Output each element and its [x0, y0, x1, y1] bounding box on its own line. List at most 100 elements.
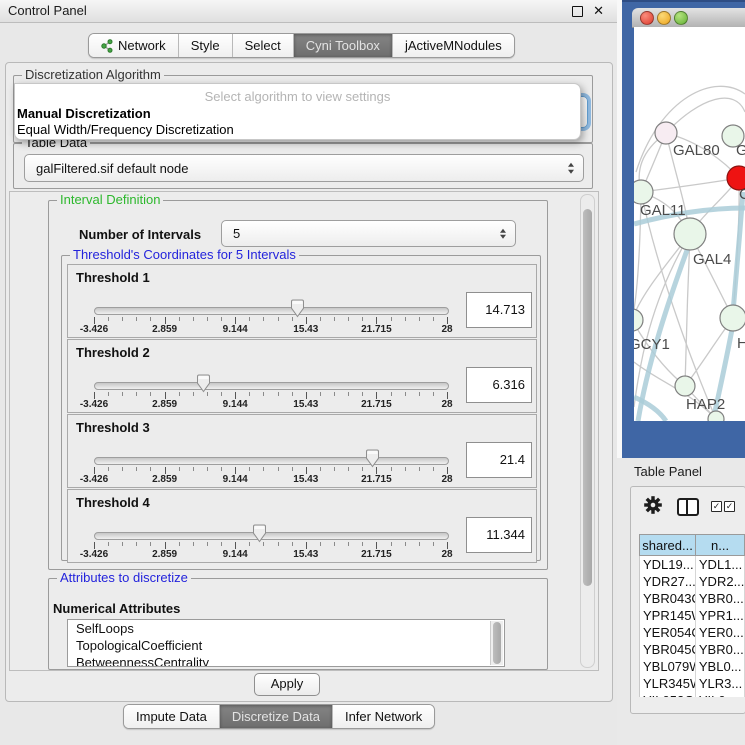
table-row[interactable]: YER054CYER0...	[639, 624, 745, 641]
tab-discretize-data[interactable]: Discretize Data	[220, 705, 333, 728]
slider-tick	[179, 392, 180, 396]
slider-tick-label: 2.859	[152, 324, 177, 335]
table-cell: YBR0...	[696, 590, 745, 607]
table-row[interactable]: YDR27...YDR2...	[639, 573, 745, 590]
dropdown-option-equal-width-frequency[interactable]: Equal Width/Frequency Discretization	[17, 122, 234, 137]
table-row[interactable]: YLR345WYLR3...	[639, 675, 745, 692]
slider-tick-label: -3.426	[80, 549, 108, 560]
slider-tick	[292, 467, 293, 471]
apply-button[interactable]: Apply	[254, 673, 320, 696]
tab-label: Select	[245, 38, 281, 53]
slider-tick-label: 15.43	[293, 474, 318, 485]
slider-tick	[165, 467, 166, 474]
attributes-group: Attributes to discretize Numerical Attri…	[48, 578, 548, 670]
checkbox-icon[interactable]: ✓	[711, 501, 722, 512]
slider-tick	[207, 542, 208, 546]
slider-track[interactable]	[94, 532, 449, 540]
table-row[interactable]: YBR043CYBR0...	[639, 590, 745, 607]
slider-tick	[376, 542, 377, 549]
list-item[interactable]: TopologicalCoefficient	[68, 637, 504, 654]
table-cell: YER0...	[696, 624, 745, 641]
slider-tick	[278, 392, 279, 396]
slider-thumb[interactable]	[252, 524, 267, 543]
slider-tick	[136, 467, 137, 471]
split-table-icon[interactable]	[677, 498, 699, 516]
slider-track[interactable]	[94, 457, 449, 465]
table-row[interactable]: YBL079WYBL0...	[639, 658, 745, 675]
float-window-icon[interactable]	[572, 6, 583, 17]
network-node[interactable]	[674, 218, 706, 250]
close-icon[interactable]: ✕	[593, 3, 604, 19]
settings-scrollbar[interactable]	[580, 194, 595, 668]
tab-impute-data[interactable]: Impute Data	[124, 705, 220, 728]
checkbox-icon[interactable]: ✓	[724, 501, 735, 512]
list-scrollbar[interactable]	[490, 621, 503, 665]
gear-icon[interactable]	[644, 496, 662, 519]
network-node[interactable]	[720, 305, 745, 331]
table-row[interactable]: YIL052CYIL0...	[639, 692, 745, 697]
network-node[interactable]	[634, 309, 643, 331]
slider-thumb[interactable]	[196, 374, 211, 393]
tab-network[interactable]: Network	[89, 34, 179, 57]
threshold-value-field[interactable]: 11.344	[466, 517, 532, 553]
zoom-traffic-light-icon[interactable]	[674, 11, 688, 25]
tab-select[interactable]: Select	[233, 34, 294, 57]
dropdown-option-manual-discretization[interactable]: Manual Discretization	[17, 106, 151, 121]
slider-thumb[interactable]	[290, 299, 305, 318]
tab-cyni-toolbox[interactable]: Cyni Toolbox	[294, 34, 393, 57]
threshold-value-field[interactable]: 14.713	[466, 292, 532, 328]
slider-tick	[108, 317, 109, 321]
threshold-value-field[interactable]: 6.316	[466, 367, 532, 403]
table-row[interactable]: YPR145WYPR1...	[639, 607, 745, 624]
slider-tick	[306, 542, 307, 549]
network-window-titlebar[interactable]	[632, 8, 745, 28]
tab-label: Network	[118, 38, 166, 53]
slider-tick-label: 28	[441, 549, 452, 560]
threshold-panel: Threshold 4-3.4262.8599.14415.4321.71528…	[67, 489, 537, 563]
numerical-attributes-list[interactable]: SelfLoopsTopologicalCoefficientBetweenne…	[67, 619, 505, 667]
group-title: Attributes to discretize	[57, 571, 191, 585]
slider-tick	[320, 467, 321, 471]
network-node[interactable]	[655, 122, 677, 144]
tab-style[interactable]: Style	[179, 34, 233, 57]
table-data-combobox[interactable]: galFiltered.sif default node	[24, 154, 584, 182]
slider-tick	[433, 317, 434, 321]
slider-tick	[348, 392, 349, 396]
tab-infer-network[interactable]: Infer Network	[333, 705, 434, 728]
table-row[interactable]: YBR045CYBR0...	[639, 641, 745, 658]
network-node[interactable]	[675, 376, 695, 396]
slider-tick	[94, 317, 95, 324]
slider-track[interactable]	[94, 382, 449, 390]
slider-tick	[263, 317, 264, 321]
slider-tick	[179, 542, 180, 546]
close-traffic-light-icon[interactable]	[640, 11, 654, 25]
table-panel-body: ✓ ✓ shared...n... YDL19...YDL1...YDR27..…	[630, 486, 745, 714]
scrollbar-thumb[interactable]	[583, 209, 592, 586]
minimize-traffic-light-icon[interactable]	[657, 11, 671, 25]
list-item[interactable]: SelfLoops	[68, 620, 504, 637]
table-row[interactable]: YDL19...YDL1...	[639, 556, 745, 573]
list-item[interactable]: BetweennessCentrality	[68, 654, 504, 667]
threshold-label: Threshold 2	[76, 345, 150, 360]
number-of-intervals-spinner[interactable]: 5	[221, 220, 516, 247]
slider-thumb[interactable]	[365, 449, 380, 468]
slider-tick	[405, 542, 406, 546]
slider-tick	[447, 467, 448, 474]
column-header[interactable]: n...	[696, 535, 745, 556]
slider-track[interactable]	[94, 307, 449, 315]
slider-tick	[193, 317, 194, 321]
tab-jactivemnodules[interactable]: jActiveMNodules	[393, 34, 514, 57]
network-node[interactable]	[634, 180, 653, 204]
slider-tick	[376, 392, 377, 399]
network-canvas[interactable]: GAL80GCGAL11GAL4HGCY1HAP2	[634, 27, 745, 421]
slider-tick	[306, 392, 307, 399]
slider-thumb-icon	[196, 374, 211, 393]
slider-tick	[419, 317, 420, 321]
threshold-panel: Threshold 2-3.4262.8599.14415.4321.71528…	[67, 339, 537, 413]
column-header[interactable]: shared...	[640, 535, 696, 556]
threshold-value-field[interactable]: 21.4	[466, 442, 532, 478]
slider-tick	[235, 467, 236, 474]
table-cell: YBR043C	[640, 590, 696, 607]
slider-tick-label: 21.715	[361, 474, 392, 485]
slider-tick-label: 28	[441, 474, 452, 485]
